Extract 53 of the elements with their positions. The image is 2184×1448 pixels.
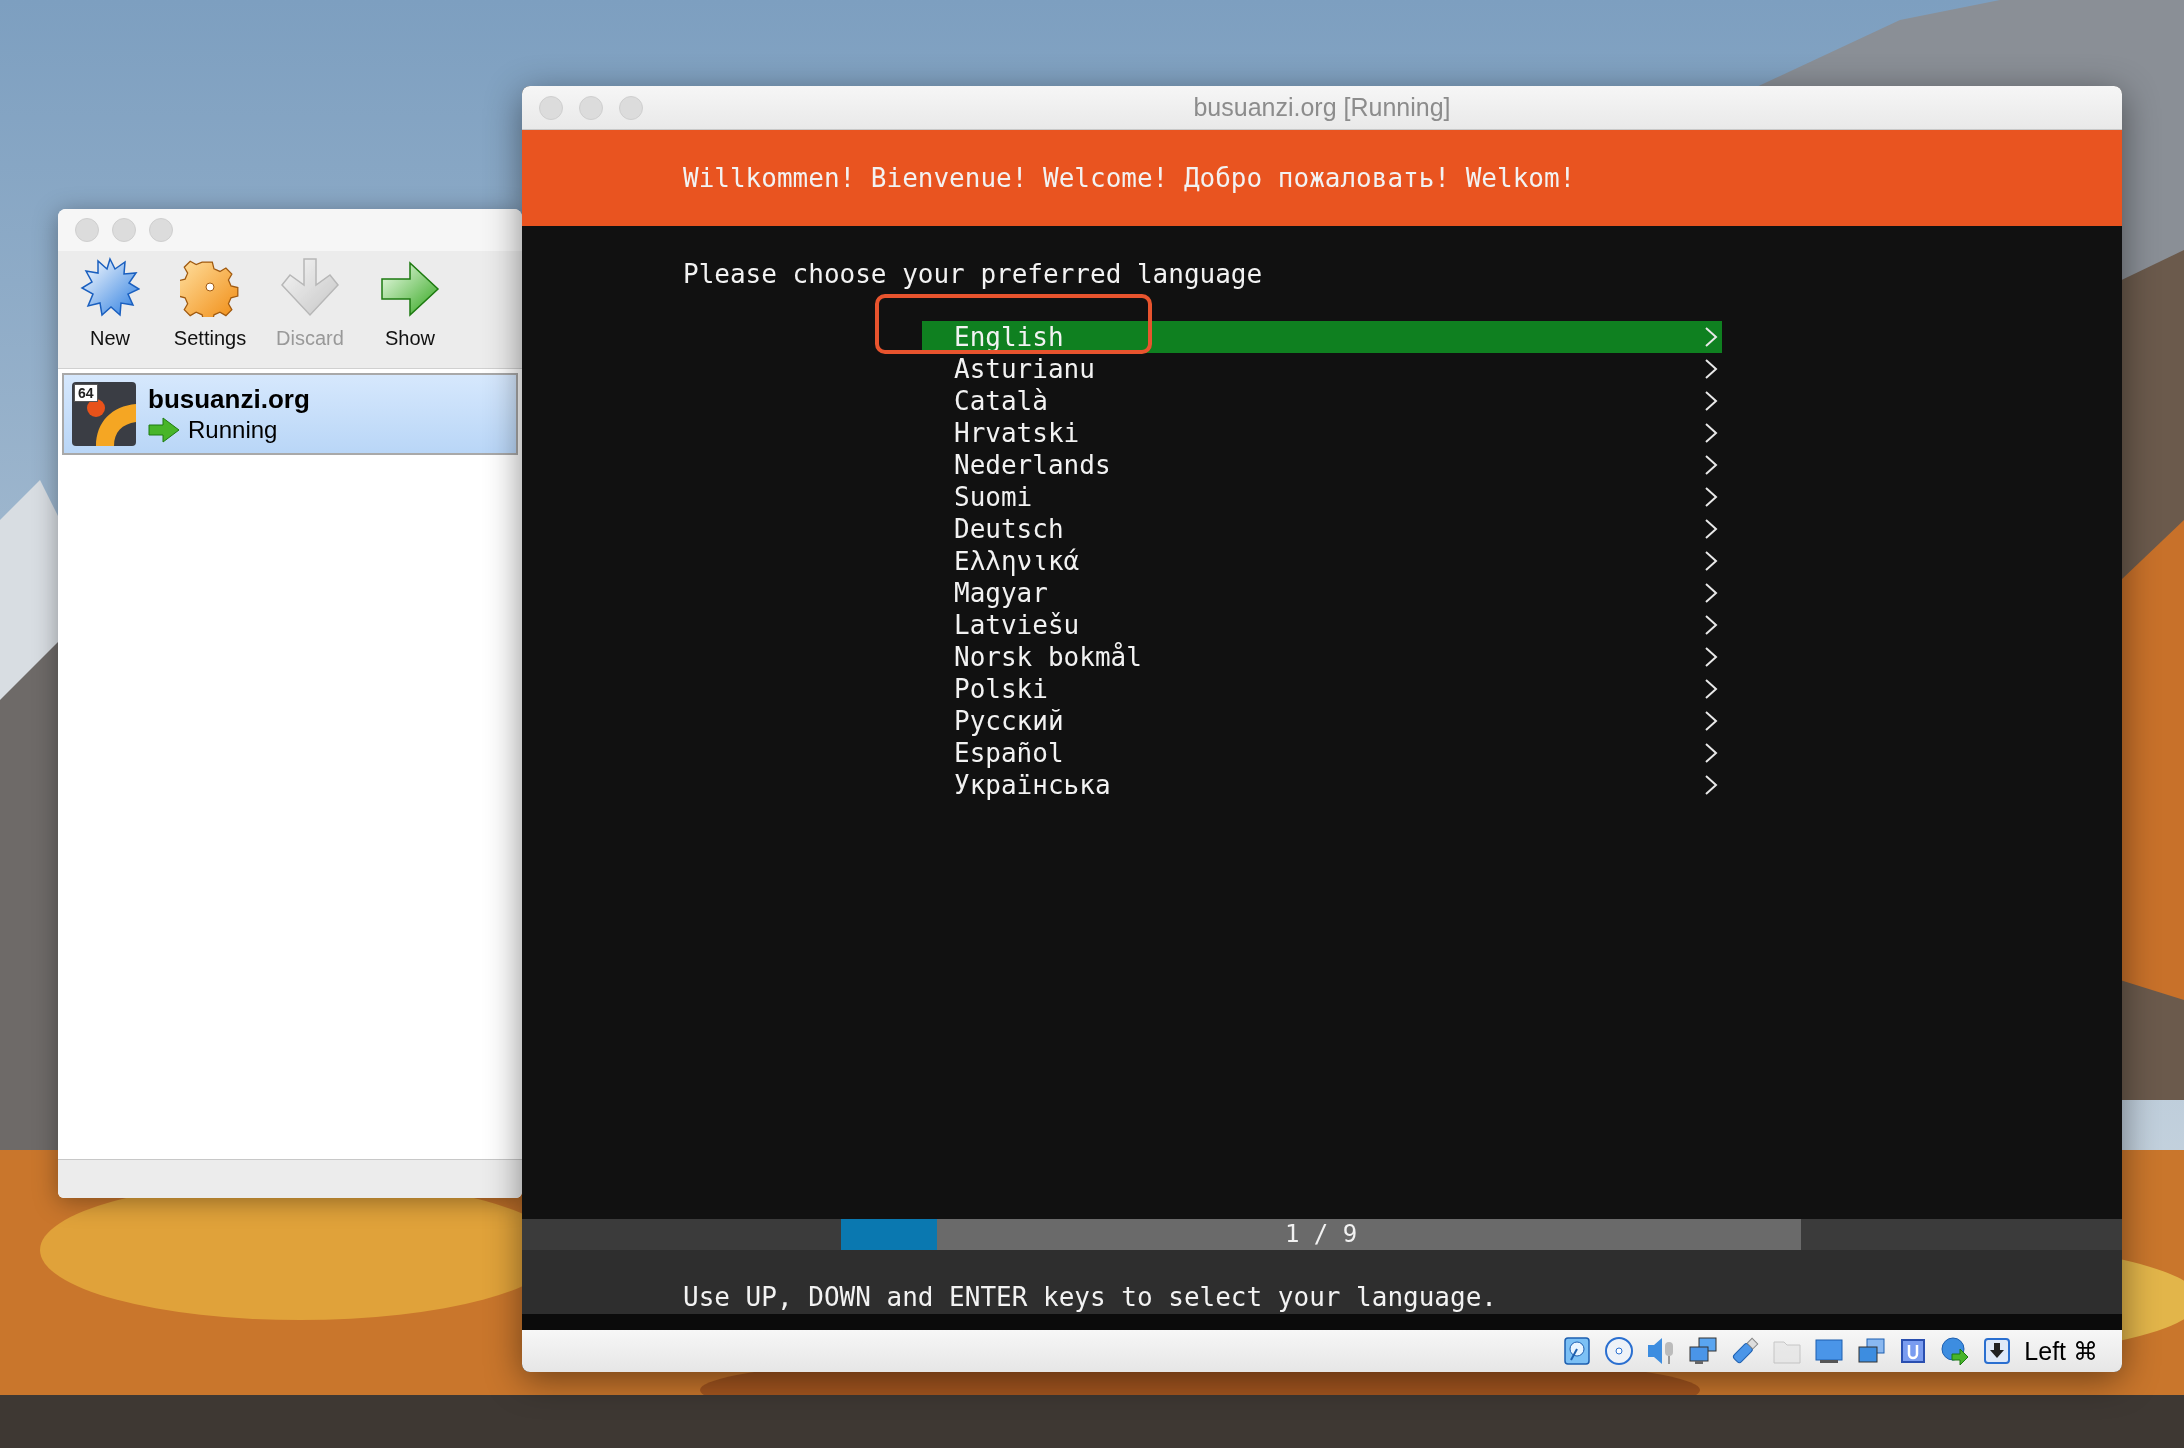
language-option[interactable]: Русский <box>922 705 1722 737</box>
language-option[interactable]: Suomi <box>922 481 1722 513</box>
chevron-icon <box>1704 614 1718 636</box>
language-option[interactable]: Magyar <box>922 577 1722 609</box>
disc-icon[interactable] <box>1604 1336 1635 1366</box>
language-option[interactable]: English <box>922 321 1722 353</box>
chevron-icon <box>1704 646 1718 668</box>
chevron-icon <box>1704 326 1718 348</box>
badge: 64 <box>74 384 98 402</box>
chevron-icon <box>1704 390 1718 412</box>
toolbar-button[interactable]: Show <box>362 257 458 350</box>
toolbar-button[interactable]: Settings <box>162 257 258 350</box>
chevron-icon <box>1704 678 1718 700</box>
monitor-icon[interactable] <box>1814 1336 1845 1366</box>
chevron-icon <box>1704 550 1718 572</box>
machine-state: Running <box>188 415 278 445</box>
chevron-icon <box>1704 742 1718 764</box>
chevron-icon <box>1704 710 1718 732</box>
star-burst-icon <box>80 257 140 317</box>
progress-label: 1 / 9 <box>1284 1219 1358 1250</box>
machine-name: busuanzi.org <box>148 383 310 415</box>
host-key-label: Left ⌘ <box>2024 1336 2098 1366</box>
language-option[interactable]: Українська <box>922 769 1722 801</box>
chevron-icon <box>1704 774 1718 796</box>
usb-plug-icon[interactable] <box>1730 1336 1761 1366</box>
hint-text: Use UP, DOWN and ENTER keys to select your language. <box>683 1281 1497 1314</box>
chevron-icon <box>1704 422 1718 444</box>
language-option[interactable]: Polski <box>922 673 1722 705</box>
prompt-text: Please choose your preferred language <box>683 258 1264 290</box>
chevron-icon <box>1704 358 1718 380</box>
language-option[interactable]: Español <box>922 737 1722 769</box>
windows-icon[interactable] <box>1856 1336 1887 1366</box>
right-arrow-icon <box>148 417 180 443</box>
chevron-icon <box>1704 582 1718 604</box>
language-option[interactable]: Nederlands <box>922 449 1722 481</box>
language-option[interactable]: Norsk bokmål <box>922 641 1722 673</box>
language-option[interactable]: Asturianu <box>922 353 1722 385</box>
globe-arrow-icon[interactable] <box>1940 1336 1971 1366</box>
language-option[interactable]: Català <box>922 385 1722 417</box>
window-title: busuanzi.org [Running] <box>1193 93 1451 122</box>
welcome-text: Willkommen! Bienvenue! Welcome! Добро пожаловать! Welkom! <box>683 163 1576 193</box>
os-logo-icon <box>72 382 136 446</box>
down-arrow-icon <box>280 257 340 317</box>
language-option[interactable]: Ελληνικά <box>922 545 1722 577</box>
chevron-icon <box>1704 454 1718 476</box>
monitors-icon[interactable] <box>1688 1336 1719 1366</box>
chevron-icon <box>1704 518 1718 540</box>
language-option[interactable]: Deutsch <box>922 513 1722 545</box>
machine-item[interactable]: 64 busuanzi.org Running <box>62 373 518 455</box>
chevron-icon <box>1704 486 1718 508</box>
language-option[interactable]: Latviešu <box>922 609 1722 641</box>
language-option[interactable]: Hrvatski <box>922 417 1722 449</box>
toolbar-button[interactable]: New <box>62 257 158 350</box>
